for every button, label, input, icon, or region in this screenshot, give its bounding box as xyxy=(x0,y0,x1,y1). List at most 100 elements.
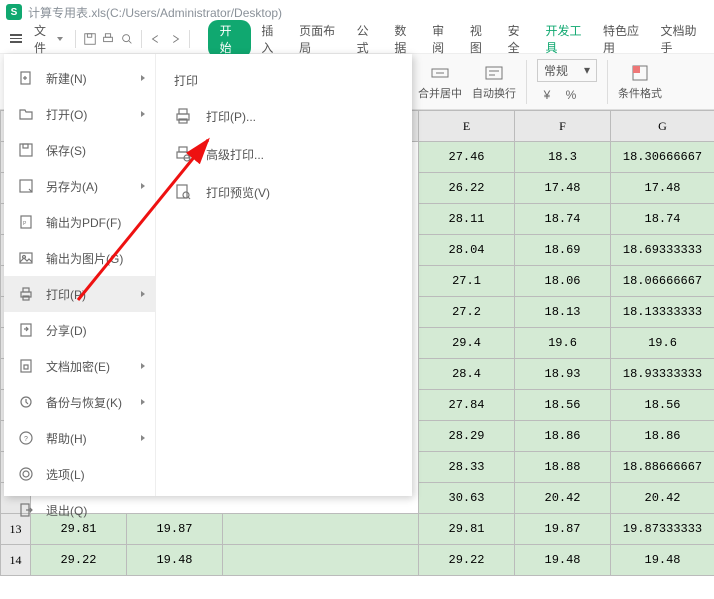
cell[interactable]: 19.6 xyxy=(611,328,714,359)
menu-new[interactable]: 新建(N) xyxy=(4,60,155,96)
submenu-advanced-print[interactable]: 高级打印... xyxy=(156,135,412,173)
cell[interactable]: 18.06 xyxy=(515,266,611,297)
image-icon xyxy=(18,250,34,266)
cell[interactable] xyxy=(223,514,419,545)
menu-share[interactable]: 分享(D) xyxy=(4,312,155,348)
menu-save[interactable]: 保存(S) xyxy=(4,132,155,168)
cell[interactable]: 19.6 xyxy=(515,328,611,359)
cell[interactable]: 29.22 xyxy=(31,545,127,576)
cell[interactable]: 29.4 xyxy=(419,328,515,359)
cell[interactable]: 28.4 xyxy=(419,359,515,390)
col-header-e[interactable]: E xyxy=(419,111,515,142)
cell[interactable]: 18.88666667 xyxy=(611,452,714,483)
cell[interactable]: 30.63 xyxy=(419,483,515,514)
menu-open[interactable]: 打开(O) xyxy=(4,96,155,132)
cell[interactable]: 19.87333333 xyxy=(611,514,714,545)
separator xyxy=(75,30,76,48)
cell[interactable]: 17.48 xyxy=(611,173,714,204)
separator xyxy=(607,60,608,104)
cell[interactable]: 18.3 xyxy=(515,142,611,173)
currency-icon[interactable]: ¥ xyxy=(537,85,557,105)
cell[interactable]: 18.74 xyxy=(611,204,714,235)
menu-encrypt-label: 文档加密(E) xyxy=(46,358,110,375)
cell[interactable]: 28.29 xyxy=(419,421,515,452)
menu-options[interactable]: 选项(L) xyxy=(4,456,155,492)
save-icon[interactable] xyxy=(82,29,98,49)
conditional-format-button[interactable]: 条件格式 xyxy=(618,63,662,101)
cell[interactable]: 29.22 xyxy=(419,545,515,576)
merge-label: 合并居中 xyxy=(418,85,462,101)
menu-exit[interactable]: 退出(Q) xyxy=(4,492,155,528)
menu-pdf[interactable]: P 输出为PDF(F) xyxy=(4,204,155,240)
file-dropdown-menu: 新建(N) 打开(O) 保存(S) 另存为(A) P 输出为PDF(F) 输出为图… xyxy=(4,54,412,496)
tab-devtools[interactable]: 开发工具 xyxy=(537,18,593,60)
menu-backup[interactable]: 备份与恢复(K) xyxy=(4,384,155,420)
cell[interactable]: 18.88 xyxy=(515,452,611,483)
cell[interactable]: 18.06666667 xyxy=(611,266,714,297)
cell[interactable]: 19.48 xyxy=(515,545,611,576)
tab-security[interactable]: 安全 xyxy=(500,18,536,60)
wrap-button[interactable]: 自动换行 xyxy=(472,63,516,101)
printer-gear-icon xyxy=(174,145,192,163)
menu-help[interactable]: ?帮助(H) xyxy=(4,420,155,456)
menu-icon[interactable] xyxy=(6,30,26,47)
svg-text:P: P xyxy=(23,221,27,227)
col-header-g[interactable]: G xyxy=(611,111,714,142)
file-menu-button[interactable]: 文件 xyxy=(28,20,69,58)
cell[interactable]: 20.42 xyxy=(515,483,611,514)
menu-pdf-label: 输出为PDF(F) xyxy=(46,214,121,231)
cell[interactable]: 27.46 xyxy=(419,142,515,173)
menu-image-label: 输出为图片(G) xyxy=(46,250,123,267)
tab-special[interactable]: 特色应用 xyxy=(595,18,651,60)
cell[interactable]: 27.2 xyxy=(419,297,515,328)
cell[interactable]: 18.56 xyxy=(611,390,714,421)
submenu-print-preview[interactable]: 打印预览(V) xyxy=(156,173,412,211)
menu-print[interactable]: 打印(P) xyxy=(4,276,155,312)
cell[interactable]: 28.33 xyxy=(419,452,515,483)
cell[interactable]: 18.93 xyxy=(515,359,611,390)
cell[interactable]: 18.69 xyxy=(515,235,611,266)
cell[interactable] xyxy=(223,545,419,576)
percent-icon[interactable]: % xyxy=(561,85,581,105)
print-icon[interactable] xyxy=(100,29,116,49)
preview-icon[interactable] xyxy=(119,29,135,49)
cell[interactable]: 29.81 xyxy=(419,514,515,545)
undo-icon[interactable] xyxy=(148,29,164,49)
merge-button[interactable]: 合并居中 xyxy=(418,63,462,101)
tab-view[interactable]: 视图 xyxy=(462,18,498,60)
cell[interactable]: 18.74 xyxy=(515,204,611,235)
cell[interactable]: 18.13333333 xyxy=(611,297,714,328)
number-format-select[interactable]: 常规▾ xyxy=(537,59,597,82)
menu-open-label: 打开(O) xyxy=(46,106,87,123)
menu-image[interactable]: 输出为图片(G) xyxy=(4,240,155,276)
cell[interactable]: 28.11 xyxy=(419,204,515,235)
menu-encrypt[interactable]: 文档加密(E) xyxy=(4,348,155,384)
new-icon xyxy=(18,70,34,86)
cell[interactable]: 18.13 xyxy=(515,297,611,328)
submenu-print[interactable]: 打印(P)... xyxy=(156,97,412,135)
cell[interactable]: 28.04 xyxy=(419,235,515,266)
cell[interactable]: 18.56 xyxy=(515,390,611,421)
redo-icon[interactable] xyxy=(166,29,182,49)
cell[interactable]: 17.48 xyxy=(515,173,611,204)
separator xyxy=(526,60,527,104)
row-header[interactable]: 14 xyxy=(1,545,31,576)
cell[interactable]: 18.30666667 xyxy=(611,142,714,173)
cell[interactable]: 19.48 xyxy=(611,545,714,576)
cell[interactable]: 19.48 xyxy=(127,545,223,576)
menu-options-label: 选项(L) xyxy=(46,466,85,483)
cell[interactable]: 27.1 xyxy=(419,266,515,297)
col-header-f[interactable]: F xyxy=(515,111,611,142)
cell[interactable]: 18.86 xyxy=(611,421,714,452)
cell[interactable]: 27.84 xyxy=(419,390,515,421)
tab-review[interactable]: 审阅 xyxy=(424,18,460,60)
menu-saveas[interactable]: 另存为(A) xyxy=(4,168,155,204)
cell[interactable]: 20.42 xyxy=(611,483,714,514)
cell[interactable]: 18.69333333 xyxy=(611,235,714,266)
cell[interactable]: 19.87 xyxy=(515,514,611,545)
cell[interactable]: 18.93333333 xyxy=(611,359,714,390)
cell[interactable]: 26.22 xyxy=(419,173,515,204)
cell[interactable]: 18.86 xyxy=(515,421,611,452)
tab-helper[interactable]: 文档助手 xyxy=(652,18,708,60)
tab-start[interactable]: 开始 xyxy=(208,20,252,58)
